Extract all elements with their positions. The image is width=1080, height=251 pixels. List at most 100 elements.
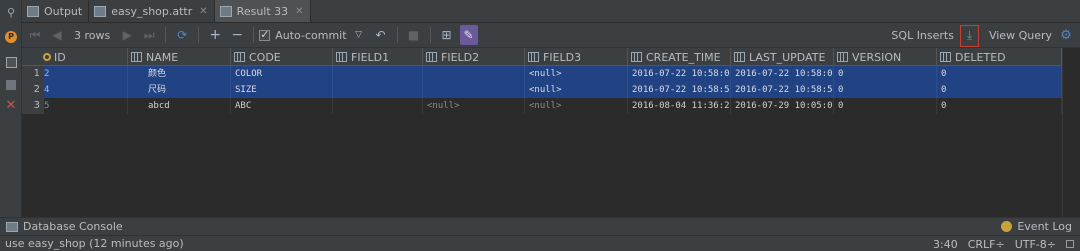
tab-easy-shop-attr[interactable]: easy_shop.attr ✕ xyxy=(89,0,215,22)
column-header-field1[interactable]: FIELD1 xyxy=(333,48,423,66)
chevron-down-icon[interactable]: ▽ xyxy=(350,25,368,45)
line-separator[interactable]: CRLF÷ xyxy=(968,238,1005,251)
column-label: CODE xyxy=(249,50,281,64)
cell-name[interactable]: 尺码 xyxy=(128,82,231,98)
column-icon xyxy=(631,52,642,62)
left-gutter: ⚲ P ✕ xyxy=(0,0,22,217)
transaction-icon[interactable]: ⊞ xyxy=(438,25,456,45)
sql-inserts-dropdown[interactable]: SQL Inserts xyxy=(891,29,954,42)
table-row[interactable]: 2 4 尺码 SIZE <null> 2016-07-22 10:58:52 2… xyxy=(22,82,1062,98)
next-page-icon[interactable]: ▶ xyxy=(118,25,136,45)
column-header-version[interactable]: VERSION xyxy=(834,48,937,66)
column-header-id[interactable]: ID xyxy=(40,48,128,66)
row-count[interactable]: 3 rows xyxy=(74,29,110,42)
column-header-field2[interactable]: FIELD2 xyxy=(423,48,525,66)
cell-field3[interactable]: <null> xyxy=(525,98,628,114)
result-toolbar: ⏮ ◀ 3 rows ▶ ⏭ ⟳ + − Auto-commit ▽ ↶ ■ ⊞… xyxy=(22,23,1080,48)
database-console-tab[interactable]: Database Console xyxy=(6,220,123,233)
cell-field2[interactable] xyxy=(423,82,525,98)
refresh-icon[interactable]: ⟳ xyxy=(173,25,191,45)
column-label: FIELD2 xyxy=(441,50,480,64)
close-icon[interactable]: ✕ xyxy=(4,98,18,113)
column-label: ID xyxy=(54,50,66,64)
pin-result-icon[interactable]: ✎ xyxy=(459,25,478,45)
tab-result-33[interactable]: Result 33 ✕ xyxy=(214,0,311,22)
primary-key-icon xyxy=(43,53,51,61)
lock-icon[interactable] xyxy=(1066,240,1074,248)
result-tabs: Output easy_shop.attr ✕ Result 33 ✕ xyxy=(22,0,1080,23)
column-icon xyxy=(131,52,142,62)
export-download-icon[interactable]: ⤓ xyxy=(959,24,979,47)
cell-code[interactable]: COLOR xyxy=(231,66,333,82)
table-row[interactable]: 3 5 abcd ABC <null> <null> 2016-08-04 11… xyxy=(22,98,1062,114)
cell-create-time[interactable]: 2016-07-22 10:58:52 xyxy=(628,82,731,98)
cell-version[interactable]: 0 xyxy=(834,66,937,82)
cell-name[interactable]: abcd xyxy=(128,98,231,114)
cell-deleted[interactable]: 0 xyxy=(937,66,1062,82)
cell-version[interactable]: 0 xyxy=(834,98,937,114)
cell-id[interactable]: 4 xyxy=(40,82,128,98)
layout-icon[interactable] xyxy=(4,55,18,69)
cell-last-update[interactable]: 2016-07-22 10:58:52 xyxy=(731,82,834,98)
cell-field2[interactable] xyxy=(423,66,525,82)
column-header-last-update[interactable]: LAST_UPDATE xyxy=(731,48,834,66)
file-encoding[interactable]: UTF-8÷ xyxy=(1015,238,1056,251)
cell-name[interactable]: 颜色 xyxy=(128,66,231,82)
cell-field1[interactable] xyxy=(333,98,423,114)
previous-page-icon[interactable]: ◀ xyxy=(48,25,66,45)
console-icon xyxy=(27,5,39,17)
cell-id[interactable]: 2 xyxy=(40,66,128,82)
cell-create-time[interactable]: 2016-08-04 11:36:25 xyxy=(628,98,731,114)
cell-last-update[interactable]: 2016-07-29 10:05:05 xyxy=(731,98,834,114)
event-log-tab[interactable]: Event Log xyxy=(1001,220,1072,233)
cell-code[interactable]: ABC xyxy=(231,98,333,114)
grid-icon xyxy=(219,5,232,17)
pin-icon[interactable]: ⚲ xyxy=(4,5,18,19)
tab-output[interactable]: Output xyxy=(22,0,90,22)
delete-row-icon[interactable]: − xyxy=(228,25,246,45)
column-header-deleted[interactable]: DELETED xyxy=(937,48,1062,66)
table-row[interactable]: 1 2 颜色 COLOR <null> 2016-07-22 10:58:09 … xyxy=(22,66,1062,82)
toolbar-separator xyxy=(396,27,398,43)
add-row-icon[interactable]: + xyxy=(206,25,224,45)
auto-commit-label[interactable]: Auto-commit xyxy=(275,29,346,42)
cell-field3[interactable]: <null> xyxy=(525,66,628,82)
status-bar: use easy_shop (12 minutes ago) 3:40 CRLF… xyxy=(0,235,1080,251)
revert-icon[interactable]: ↶ xyxy=(372,25,390,45)
cell-last-update[interactable]: 2016-07-22 10:58:09 xyxy=(731,66,834,82)
column-header-code[interactable]: CODE xyxy=(231,48,333,66)
view-query-button[interactable]: View Query xyxy=(989,29,1052,42)
cell-deleted[interactable]: 0 xyxy=(937,82,1062,98)
cell-code[interactable]: SIZE xyxy=(231,82,333,98)
cell-id[interactable]: 5 xyxy=(40,98,128,114)
cell-field1[interactable] xyxy=(333,82,423,98)
column-label: VERSION xyxy=(852,50,902,64)
tab-label: Result 33 xyxy=(236,4,289,18)
cell-version[interactable]: 0 xyxy=(834,82,937,98)
tab-label: Output xyxy=(44,4,83,18)
toolbar-separator xyxy=(429,27,431,43)
stop-icon[interactable]: ■ xyxy=(405,25,423,45)
column-header-field3[interactable]: FIELD3 xyxy=(525,48,628,66)
first-page-icon[interactable]: ⏮ xyxy=(26,25,44,45)
cell-field3[interactable]: <null> xyxy=(525,82,628,98)
column-label: FIELD3 xyxy=(543,50,582,64)
column-header-create-time[interactable]: CREATE_TIME xyxy=(628,48,731,66)
stop-icon[interactable] xyxy=(4,78,18,92)
cell-field1[interactable] xyxy=(333,66,423,82)
caret-position[interactable]: 3:40 xyxy=(933,238,958,251)
close-tab-icon[interactable]: ✕ xyxy=(199,6,207,17)
close-tab-icon[interactable]: ✕ xyxy=(295,6,303,17)
toolbar-separator xyxy=(198,27,200,43)
auto-commit-checkbox[interactable] xyxy=(259,28,271,41)
vertical-scrollbar[interactable] xyxy=(1062,48,1080,217)
cell-field2[interactable]: <null> xyxy=(423,98,525,114)
column-label: DELETED xyxy=(955,50,1006,64)
tab-label: easy_shop.attr xyxy=(111,4,193,18)
gear-icon[interactable]: ⚙ xyxy=(1058,28,1074,44)
cell-create-time[interactable]: 2016-07-22 10:58:09 xyxy=(628,66,731,82)
cell-deleted[interactable]: 0 xyxy=(937,98,1062,114)
column-header-name[interactable]: NAME xyxy=(128,48,231,66)
last-page-icon[interactable]: ⏭ xyxy=(140,25,158,45)
debug-icon[interactable]: P xyxy=(4,30,18,44)
